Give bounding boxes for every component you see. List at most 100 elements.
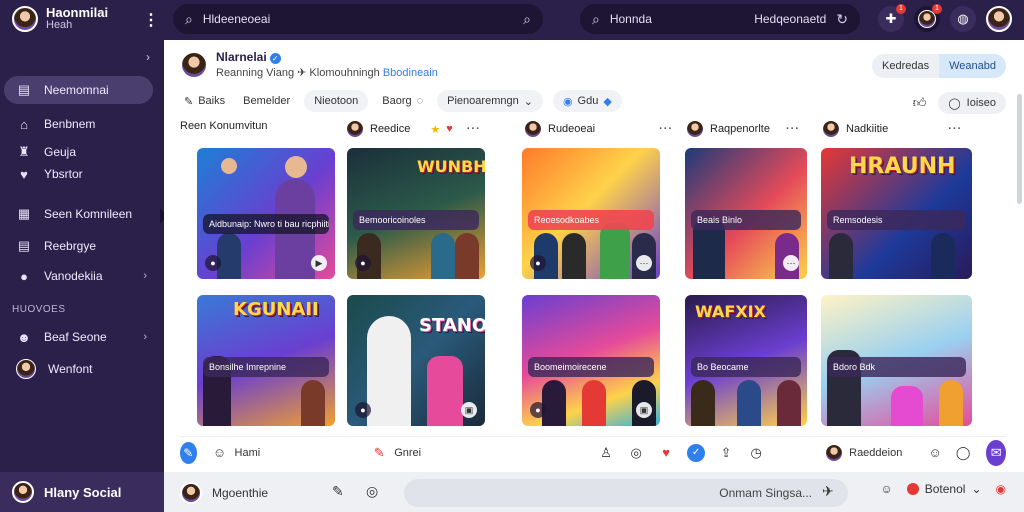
thumbs-up-icon[interactable]: ♙	[597, 445, 615, 461]
profile-avatar[interactable]	[986, 6, 1012, 32]
sidebar-item-reebrgye[interactable]: ▤ Reebrgye	[4, 232, 153, 260]
footer-avatar	[12, 481, 34, 503]
channel-avatar[interactable]: ●	[355, 255, 371, 271]
chat-icon[interactable]: ✉	[986, 439, 1006, 466]
emoji-icon: ●	[20, 268, 28, 284]
thumbnail-figure	[931, 233, 955, 279]
action-user[interactable]: Raeddeion	[825, 443, 902, 462]
video-card[interactable]: HRAUNH Remsodesis	[821, 148, 972, 279]
gamepad-icon[interactable]: ✚ 1	[878, 4, 906, 32]
menu-icon[interactable]: ⋯	[783, 255, 799, 271]
notification-badge: 1	[932, 4, 942, 14]
action-button[interactable]: ✎ Gnrei	[370, 445, 421, 461]
channel-avatar[interactable]: ●	[530, 255, 546, 271]
message-input[interactable]: Onmam Singsa...	[404, 479, 848, 507]
compose-icon[interactable]: ✎	[180, 441, 197, 464]
heart-icon[interactable]: ♥	[657, 445, 675, 460]
chevron-down-icon: ⌄	[523, 95, 533, 108]
channel-avatar[interactable]: ●	[205, 255, 221, 271]
secondary-search-value[interactable]: Hedqeonaetd	[754, 12, 826, 26]
emoji-icon[interactable]: ☺	[928, 445, 942, 460]
filter-chip[interactable]: Bemelder	[239, 90, 294, 112]
column-head[interactable]: Reen Konumvitun	[180, 120, 267, 132]
video-card[interactable]: Boomeimoirecene ● ▣	[522, 295, 660, 426]
action-button[interactable]: ☺ Hami	[211, 445, 260, 460]
globe-icon[interactable]: ◍	[950, 6, 976, 32]
search-input[interactable]: Hldeeneoeai	[203, 12, 270, 26]
column-head[interactable]: Nadkiitie ···	[822, 120, 962, 138]
card-headline: STANOHI	[419, 315, 485, 336]
more-horizontal-icon[interactable]: ···	[467, 123, 481, 135]
save-icon[interactable]: ▣	[461, 402, 477, 418]
sidebar-item-label: Vanodekiia	[44, 269, 103, 283]
profile-link[interactable]: Bbodineain	[383, 67, 438, 79]
scrollbar[interactable]	[1017, 94, 1022, 204]
composer-user[interactable]: Mgoenthie	[180, 482, 268, 504]
controller-icon: ♜	[18, 144, 30, 159]
filter-chip[interactable]: ✎ Baiks	[180, 90, 229, 112]
filter-chip[interactable]: Baorg ◌	[378, 90, 427, 112]
video-card[interactable]: KGUNAII Bonsilhe Imrepnine	[197, 295, 335, 426]
check-icon[interactable]: ✓	[687, 443, 706, 462]
filter-dropdown[interactable]: Pienoaremngn ⌄	[437, 90, 543, 112]
thumbnail-figure	[455, 233, 479, 279]
more-vertical-icon[interactable]: ⋮	[143, 10, 159, 30]
save-icon[interactable]: ▣	[636, 402, 652, 418]
pencil-icon[interactable]: ✎	[332, 483, 344, 500]
secondary-search-bar[interactable]: ⌕ Honnda Hedqeonaetd ↻	[580, 4, 860, 34]
app-brand[interactable]: Haonmilai Heah	[12, 6, 108, 32]
video-card[interactable]: Aidbunaip: Nwro ti bau ricphiitiefts ● ▶	[197, 148, 335, 279]
status-dropdown[interactable]: Botenol ⌄	[906, 482, 982, 496]
filter-chip[interactable]: Nieotoon	[304, 90, 369, 112]
chevron-right-icon[interactable]: ›	[146, 50, 150, 64]
video-card[interactable]: Beais Binlo ⋯	[685, 148, 807, 279]
channel-avatar[interactable]: ●	[530, 402, 546, 418]
column-head[interactable]: Raqpenorlte ···	[686, 120, 800, 138]
comment-icon[interactable]: ◎	[627, 445, 645, 461]
column-head[interactable]: Rudeoeai ···	[524, 120, 673, 138]
thumbnail-figure	[939, 380, 963, 426]
video-card[interactable]: Reoesodkoabes ● ⋯	[522, 148, 660, 279]
sidebar-footer[interactable]: Hlany Social	[0, 472, 164, 512]
sidebar-item-wenfont[interactable]: Wenfont	[4, 355, 153, 383]
emoji-icon[interactable]: ☺	[880, 482, 892, 496]
share-icon[interactable]: ⇪	[717, 445, 735, 461]
video-card[interactable]: Bdoro Bdk	[821, 295, 972, 426]
sidebar-item-beaf-seone[interactable]: ☻ Beaf Seone ›	[4, 323, 153, 351]
video-card[interactable]: WAFXIX Bo Beocame	[685, 295, 807, 426]
filter-chip[interactable]: ◉ Gdu ◆	[552, 90, 622, 112]
column-head[interactable]: Reedice ★ ♥ ···	[346, 120, 481, 138]
segment-option-active[interactable]: Weanabd	[939, 54, 1006, 78]
comment-icon[interactable]: ◯	[956, 445, 971, 461]
more-horizontal-icon[interactable]: ···	[786, 123, 800, 135]
refresh-icon[interactable]: ↻	[836, 11, 848, 28]
channel-avatar[interactable]: ●	[355, 402, 371, 418]
sidebar-item-neemomnai[interactable]: ▤ Neemomnai	[4, 76, 153, 104]
clock-icon[interactable]: ◷	[747, 445, 765, 461]
thumbnail-figure	[582, 380, 606, 426]
sidebar-item-vanodekiia[interactable]: ● Vanodekiia ›	[4, 262, 153, 290]
play-icon[interactable]: ▶	[311, 255, 327, 271]
check-circle-icon[interactable]: ◎	[366, 483, 378, 500]
sidebar-item-label: Seen Komnileen	[44, 207, 133, 221]
profile-header[interactable]: Nlarnelai ✓ Reanning Viang ✈ Klomouhningh…	[180, 50, 438, 79]
sidebar-item-ybsrtor[interactable]: ♥ Ybsrtor	[4, 160, 153, 188]
send-icon[interactable]: ✈	[822, 483, 834, 500]
segment-option[interactable]: Kedredas	[872, 54, 939, 78]
video-card[interactable]: WUNBH Bemooricoinoles ●	[347, 148, 485, 279]
sidebar-item-seen-komnileen[interactable]: ▦ Seen Komnileen	[4, 200, 153, 228]
alert-icon[interactable]: ◉	[996, 482, 1006, 496]
search-submit-icon[interactable]: ⌕	[523, 11, 531, 28]
verified-icon: ✓	[269, 53, 281, 64]
video-card[interactable]: STANOHI ● ▣	[347, 295, 485, 426]
thumbs-up-icon[interactable]: 👍︎	[913, 95, 927, 111]
more-horizontal-icon[interactable]: ···	[948, 123, 962, 135]
more-horizontal-icon[interactable]: ···	[659, 123, 673, 135]
view-toggle[interactable]: Kedredas Weanabd	[872, 54, 1006, 78]
search-bar[interactable]: ⌕ Hldeeneoeai ⌕	[173, 4, 543, 34]
comment-button[interactable]: ◯ Ioiseo	[938, 92, 1006, 114]
user-notification-icon[interactable]: 1	[914, 4, 942, 32]
heart-icon: ♥	[446, 123, 453, 135]
menu-icon[interactable]: ⋯	[636, 255, 652, 271]
sidebar-item-benbnem[interactable]: ⌂ Benbnem	[4, 110, 153, 138]
